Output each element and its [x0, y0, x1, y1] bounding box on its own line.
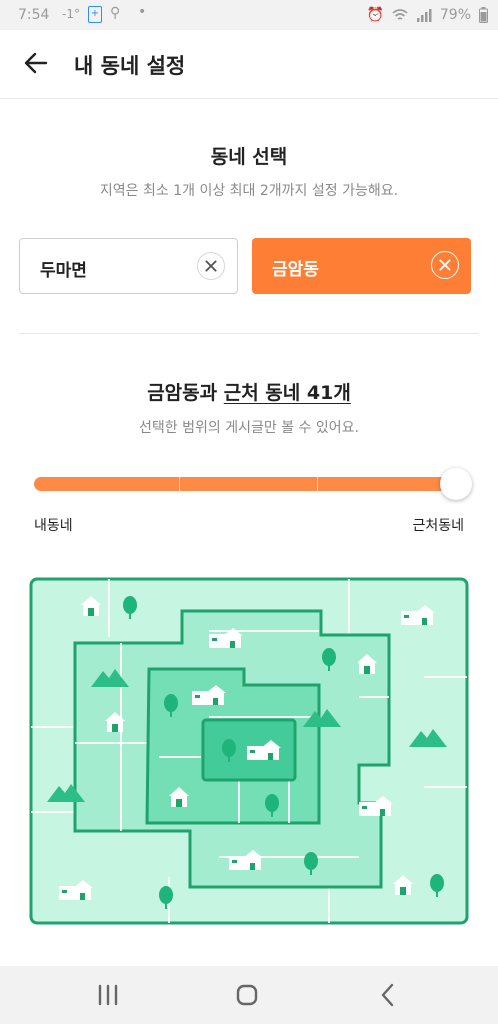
- slider-step-marker: [317, 477, 318, 491]
- status-bar: 7:54 -1° + ⚲ • ⏰ 79%: [0, 0, 498, 30]
- notification-app-icon: +: [88, 6, 102, 23]
- system-nav-bar: [0, 966, 498, 1024]
- status-time: 7:54: [18, 7, 50, 23]
- remove-neighborhood-icon[interactable]: [431, 251, 459, 279]
- range-title: 금암동과 근처 동네 41개: [0, 378, 498, 405]
- range-slider-thumb[interactable]: [440, 468, 472, 500]
- neighborhood-chip-1[interactable]: 두마면: [19, 238, 238, 294]
- section-title-select: 동네 선택: [210, 146, 288, 168]
- neighborhood-chip-label: 금암동: [272, 260, 319, 280]
- signal-icon: [416, 9, 432, 22]
- remove-neighborhood-icon[interactable]: [197, 252, 225, 280]
- slider-max-label: 근처동네: [412, 518, 464, 534]
- neighborhood-chip-2[interactable]: 금암동: [252, 238, 471, 294]
- wifi-icon: [392, 9, 408, 20]
- slider-min-label: 내동네: [34, 518, 73, 534]
- app-bar: 내 동네 설정: [0, 30, 498, 99]
- status-temperature: -1°: [62, 7, 80, 21]
- neighborhood-chip-label: 두마면: [40, 261, 87, 281]
- section-divider: [19, 333, 479, 334]
- more-notifications-icon: •: [138, 4, 147, 20]
- nearby-count-link[interactable]: 근처 동네 41개: [224, 382, 351, 404]
- neighborhood-range-map: [29, 577, 469, 925]
- range-subtitle: 선택한 범위의 게시글만 볼 수 있어요.: [139, 420, 359, 436]
- page-title: 내 동네 설정: [74, 54, 186, 78]
- battery-percent: 79%: [439, 7, 471, 23]
- battery-icon: [479, 7, 488, 23]
- section-subtitle-select: 지역은 최소 1개 이상 최대 2개까지 설정 가능해요.: [99, 183, 399, 199]
- search-notification-icon: ⚲: [110, 5, 121, 21]
- slider-step-marker: [179, 477, 180, 491]
- nav-back-icon[interactable]: [368, 978, 408, 1012]
- range-title-prefix: 금암동과: [147, 382, 224, 404]
- recents-icon[interactable]: [88, 978, 128, 1012]
- alarm-icon: ⏰: [366, 7, 384, 23]
- back-arrow-icon[interactable]: [22, 48, 50, 78]
- range-slider-track[interactable]: [34, 477, 456, 491]
- home-icon[interactable]: [227, 978, 267, 1012]
